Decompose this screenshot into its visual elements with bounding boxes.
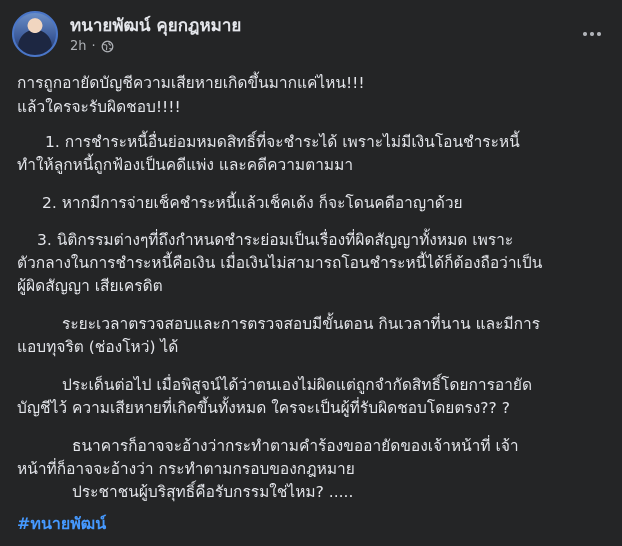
meta-separator: · [91,39,96,54]
post-meta: 2h · [70,39,114,54]
post-text-line: 1. การชำระหนี้อื่นย่อมหมดสิทธิ์ที่จะชำระ… [45,133,520,151]
post-text-line: ธนาคารก็อาจจะอ้างว่ากระทำตามคำร้องขออายั… [72,437,519,455]
more-horizontal-icon[interactable] [578,20,606,48]
facebook-post: ทนายพัฒน์ คุยกฎหมาย 2h · การถูกอายัดบัญช… [0,0,622,546]
post-text-line: ตัวกลางในการชำระหนี้คือเงิน เมื่อเงินไม่… [17,254,543,272]
post-text-line: ระยะเวลาตรวจสอบและการตรวจสอบมีขั้นตอน กิ… [62,315,541,333]
post-text-line: แล้วใครจะรับผิดชอบ!!!! [17,98,181,116]
post-text-line: ทำให้ลูกหนี้ถูกฟ้องเป็นคดีแพ่ง และคดีควา… [17,156,354,174]
post-text-line: หน้าที่ก็อาจจะอ้างว่า กระทำตามกรอบของกฎห… [17,460,355,478]
post-text-line: แอบทุจริต (ช่องโหว่) ได้ [17,338,179,356]
post-text-line: ประชาชนผู้บริสุทธิ์คือรับกรรมใช่ไหม? ...… [72,483,354,501]
post-text-line: 3. นิติกรรมต่างๆที่ถึงกำหนดชำระย่อมเป็นเ… [37,231,514,249]
author-name[interactable]: ทนายพัฒน์ คุยกฎหมาย [70,12,241,39]
post-timestamp[interactable]: 2h [70,39,87,54]
post-text-line: บัญชีไว้ ความเสียหายที่เกิดขึ้นทั้งหมด ใ… [17,399,510,417]
author-avatar[interactable] [12,11,58,57]
post-text-line: ประเด็นต่อไป เมื่อพิสูจน์ได้ว่าตนเองไม่ผ… [62,376,533,394]
post-text-line: ผู้ผิดสัญญา เสียเครดิต [17,277,163,295]
hashtag-link[interactable]: #ทนายพัฒน์ [17,512,106,537]
post-header: ทนายพัฒน์ คุยกฎหมาย 2h · [12,10,610,62]
post-text-line: การถูกอายัดบัญชีความเสียหายเกิดขึ้นมากแค… [17,74,365,92]
globe-icon[interactable] [101,40,114,53]
post-text-line: 2. หากมีการจ่ายเช็คชำระหนี้แล้วเช็คเด้ง … [42,194,463,212]
